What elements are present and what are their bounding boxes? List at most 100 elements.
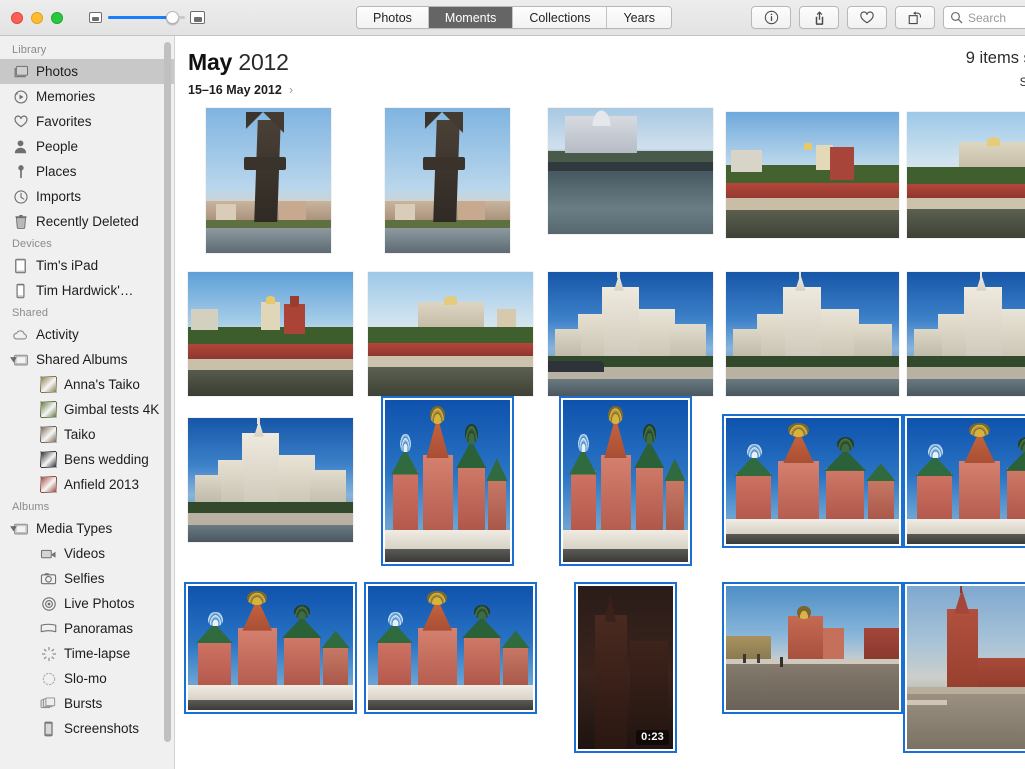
- sidebar-item-live-photos[interactable]: Live Photos: [0, 591, 174, 616]
- photo-thumbnail[interactable]: [726, 112, 899, 238]
- share-button[interactable]: [799, 6, 839, 29]
- tab-moments[interactable]: Moments: [429, 7, 513, 28]
- search-icon: [950, 11, 963, 24]
- sidebar-item-bursts[interactable]: Bursts: [0, 691, 174, 716]
- photo-image-kremlin-palace-river[interactable]: [368, 272, 533, 396]
- photo-image-spasskaya-tower[interactable]: [907, 586, 1025, 749]
- sidebar-item-imports[interactable]: Imports: [0, 184, 174, 209]
- sidebar-item-activity[interactable]: Activity: [0, 322, 174, 347]
- photo-image-spasskaya-tower-video[interactable]: 0:23: [578, 586, 673, 749]
- search-input[interactable]: Search: [943, 6, 1025, 29]
- photo-image-stalin-skyscraper-bridge[interactable]: [548, 272, 713, 396]
- album-thumbnail: [40, 376, 57, 393]
- photo-thumbnail[interactable]: [206, 108, 331, 253]
- photo-grid-row: [188, 108, 1025, 275]
- sidebar-item-gimbal-tests-4k[interactable]: Gimbal tests 4K: [0, 397, 174, 422]
- sidebar-item-media-types[interactable]: Media Types: [0, 516, 174, 541]
- video-icon: [40, 545, 57, 562]
- photo-image-cathedral-from-river[interactable]: [548, 108, 713, 234]
- photo-image-peter-the-great-statue[interactable]: [385, 108, 510, 253]
- photo-image-st-basils-cathedral[interactable]: [726, 418, 899, 544]
- photo-thumbnail-selected[interactable]: 0:23: [578, 586, 673, 749]
- sidebar-item-anfield-2013[interactable]: Anfield 2013: [0, 472, 174, 497]
- sidebar-section-header: Devices: [0, 234, 174, 253]
- photo-thumbnail[interactable]: [548, 108, 713, 234]
- sidebar-item-panoramas[interactable]: Panoramas: [0, 616, 174, 641]
- sidebar-item-anna-s-taiko[interactable]: Anna's Taiko: [0, 372, 174, 397]
- minimize-button[interactable]: [31, 12, 43, 24]
- sidebar-item-time-lapse[interactable]: Time-lapse: [0, 641, 174, 666]
- sidebar-item-places[interactable]: Places: [0, 159, 174, 184]
- panorama-icon: [40, 620, 57, 637]
- info-button[interactable]: [751, 6, 791, 29]
- photo-thumbnail[interactable]: [907, 112, 1025, 238]
- photo-thumbnail-selected[interactable]: [726, 586, 899, 710]
- photo-thumbnail[interactable]: [385, 108, 510, 253]
- small-thumbnail-icon[interactable]: [89, 12, 102, 23]
- rotate-button[interactable]: [895, 6, 935, 29]
- sidebar-item-tim-hardwick[interactable]: Tim Hardwick'…: [0, 278, 174, 303]
- zoom-slider[interactable]: [108, 11, 184, 25]
- photo-thumbnail-selected[interactable]: [368, 586, 533, 710]
- photo-thumbnail-selected[interactable]: [188, 586, 353, 710]
- tab-years[interactable]: Years: [607, 7, 671, 28]
- photo-thumbnail-selected[interactable]: [385, 400, 510, 562]
- photo-image-kremlin-wall-river[interactable]: [726, 112, 899, 238]
- view-mode-segmented-control[interactable]: Photos Moments Collections Years: [356, 6, 672, 29]
- close-button[interactable]: [11, 12, 23, 24]
- photo-image-st-basils-cathedral[interactable]: [385, 400, 510, 562]
- photo-image-st-basils-cathedral[interactable]: [907, 418, 1025, 544]
- sidebar-item-label: Selfies: [64, 571, 105, 586]
- sidebar-item-shared-albums[interactable]: Shared Albums: [0, 347, 174, 372]
- sidebar-item-videos[interactable]: Videos: [0, 541, 174, 566]
- thumbnail-zoom-control[interactable]: [89, 11, 205, 25]
- disclosure-triangle-icon[interactable]: [8, 355, 18, 365]
- photo-thumbnail-selected[interactable]: [907, 418, 1025, 544]
- sidebar-scrollbar[interactable]: [164, 42, 171, 742]
- photo-image-kremlin-wall-towers[interactable]: [188, 272, 353, 396]
- sidebar-item-photos[interactable]: Photos: [0, 59, 174, 84]
- sidebar-item-taiko[interactable]: Taiko: [0, 422, 174, 447]
- photo-image-stalin-skyscraper[interactable]: [907, 272, 1025, 396]
- sidebar-item-label: Photos: [36, 64, 78, 79]
- sidebar-item-slo-mo[interactable]: Slo-mo: [0, 666, 174, 691]
- sidebar-item-screenshots[interactable]: Screenshots: [0, 716, 174, 741]
- sidebar-item-people[interactable]: People: [0, 134, 174, 159]
- photos-app-window: Photos Moments Collections Years: [0, 0, 1025, 769]
- photo-grid-row: [188, 400, 1025, 567]
- photo-image-kremlin-palace-river[interactable]: [907, 112, 1025, 238]
- sidebar-item-memories[interactable]: Memories: [0, 84, 174, 109]
- sidebar-item-recently-deleted[interactable]: Recently Deleted: [0, 209, 174, 234]
- photo-thumbnail-selected[interactable]: [563, 400, 688, 562]
- sidebar-list: LibraryPhotosMemoriesFavoritesPeoplePlac…: [0, 36, 174, 741]
- sidebar-item-bens-wedding[interactable]: Bens wedding: [0, 447, 174, 472]
- photo-image-stalin-skyscraper[interactable]: [726, 272, 899, 396]
- chevron-right-icon[interactable]: ›: [289, 82, 293, 97]
- photo-thumbnail-selected[interactable]: [726, 418, 899, 544]
- photo-thumbnail-selected[interactable]: [907, 586, 1025, 749]
- photo-image-st-basils-cathedral[interactable]: [563, 400, 688, 562]
- slomo-icon: [40, 670, 57, 687]
- photo-image-st-basils-cathedral[interactable]: [188, 586, 353, 710]
- large-thumbnail-icon[interactable]: [190, 11, 205, 24]
- photo-thumbnail[interactable]: [726, 272, 899, 396]
- photo-thumbnail[interactable]: [368, 272, 533, 396]
- sidebar-item-favorites[interactable]: Favorites: [0, 109, 174, 134]
- photo-thumbnail[interactable]: [188, 272, 353, 396]
- moment-date-range-row[interactable]: 15–16 May 2012 ›: [188, 82, 1025, 97]
- photo-image-peter-the-great-statue[interactable]: [206, 108, 331, 253]
- photo-thumbnail[interactable]: [188, 418, 353, 542]
- favorite-button[interactable]: [847, 6, 887, 29]
- sidebar-item-tim-s-ipad[interactable]: Tim's iPad: [0, 253, 174, 278]
- photo-image-st-basils-cathedral[interactable]: [368, 586, 533, 710]
- photo-thumbnail[interactable]: [548, 272, 713, 396]
- zoom-button[interactable]: [51, 12, 63, 24]
- tab-collections[interactable]: Collections: [513, 7, 607, 28]
- tab-photos[interactable]: Photos: [357, 7, 429, 28]
- moment-year: 2012: [238, 49, 288, 75]
- disclosure-triangle-icon[interactable]: [8, 524, 18, 534]
- photo-image-stalin-skyscraper[interactable]: [188, 418, 353, 542]
- sidebar-item-selfies[interactable]: Selfies: [0, 566, 174, 591]
- photo-thumbnail[interactable]: [907, 272, 1025, 396]
- photo-image-red-square[interactable]: [726, 586, 899, 710]
